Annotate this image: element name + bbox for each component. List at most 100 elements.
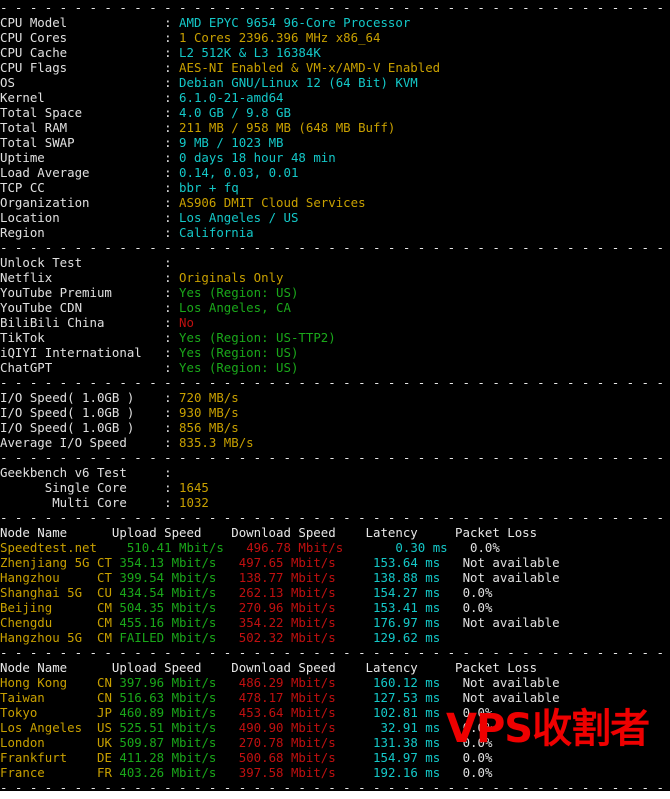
info-colon: : [164,60,179,75]
node-isp: CM [90,630,112,645]
latency: 154.27 ms [373,585,463,600]
info-value: AES-NI Enabled & VM-x/AMD-V Enabled [179,60,440,75]
speedtest-header-row: Node Name Upload Speed Download Speed La… [0,660,670,675]
info-label: iQIYI International [0,345,164,360]
separator-line: - - - - - - - - - - - - - - - - - - - - … [0,450,670,465]
download-speed: 397.58 Mbit/s [239,765,373,780]
info-label: Multi Core [0,495,164,510]
terminal-output: - - - - - - - - - - - - - - - - - - - - … [0,0,670,795]
node-isp: CN [90,690,112,705]
info-value: Yes (Region: US) [179,360,298,375]
latency: 0.30 ms [380,540,470,555]
system-info-row: Kernel : 6.1.0-21-amd64 [0,90,670,105]
info-value: 720 MB/s [179,390,239,405]
info-label: I/O Speed( 1.0GB ) [0,420,164,435]
packet-loss: 0.0% [463,735,493,750]
latency: 160.12 ms [373,675,463,690]
speedtest-row: Zhenjiang 5G CT 354.13 Mbit/s 497.65 Mbi… [0,555,670,570]
info-colon: : [164,30,179,45]
info-colon: : [164,150,179,165]
node-isp: CU [90,585,112,600]
info-value: 1032 [179,495,209,510]
system-info-row: Organization : AS906 DMIT Cloud Services [0,195,670,210]
speedtest-row: Taiwan CN 516.63 Mbit/s 478.17 Mbit/s 12… [0,690,670,705]
info-label: Total RAM [0,120,164,135]
system-info-row: Uptime : 0 days 18 hour 48 min [0,150,670,165]
info-label: TikTok [0,330,164,345]
upload-speed: 509.87 Mbit/s [112,735,239,750]
unlock-test-row: iQIYI International : Yes (Region: US) [0,345,670,360]
node-name: Hong Kong [0,675,90,690]
node-name: Los Angeles [0,720,90,735]
geekbench-row: Single Core : 1645 [0,480,670,495]
latency: 131.38 ms [373,735,463,750]
latency: 127.53 ms [373,690,463,705]
upload-speed: 434.54 Mbit/s [112,585,239,600]
node-isp: UK [90,735,112,750]
info-colon: : [164,405,179,420]
info-label: Geekbench v6 Test [0,465,164,480]
info-colon: : [164,480,179,495]
info-colon: : [164,210,179,225]
separator-line: - - - - - - - - - - - - - - - - - - - - … [0,375,670,390]
info-colon: : [164,270,179,285]
node-name: Frankfurt [0,750,90,765]
packet-loss: 0.0% [463,765,493,780]
upload-speed: 455.16 Mbit/s [112,615,239,630]
info-label: ChatGPT [0,360,164,375]
upload-speed: 397.96 Mbit/s [112,675,239,690]
info-label: Region [0,225,164,240]
packet-loss: Not available [463,675,560,690]
system-info-row: Total SWAP : 9 MB / 1023 MB [0,135,670,150]
info-value: 1645 [179,480,209,495]
info-label: Kernel [0,90,164,105]
info-colon: : [164,300,179,315]
info-value: 6.1.0-21-amd64 [179,90,283,105]
system-info-row: Total Space : 4.0 GB / 9.8 GB [0,105,670,120]
info-label: Uptime [0,150,164,165]
speedtest-row: Shanghai 5G CU 434.54 Mbit/s 262.13 Mbit… [0,585,670,600]
speedtest-row: Frankfurt DE 411.28 Mbit/s 500.68 Mbit/s… [0,750,670,765]
info-colon: : [164,465,179,480]
download-speed: 486.29 Mbit/s [239,675,373,690]
info-label: Organization [0,195,164,210]
geekbench-row: Multi Core : 1032 [0,495,670,510]
info-label: CPU Model [0,15,164,30]
upload-speed: 504.35 Mbit/s [112,600,239,615]
node-name: France [0,765,90,780]
speedtest-row: Beijing CM 504.35 Mbit/s 270.96 Mbit/s 1… [0,600,670,615]
download-speed: 490.90 Mbit/s [239,720,373,735]
packet-loss: Not available [463,555,560,570]
download-speed: 500.68 Mbit/s [239,750,373,765]
node-isp: JP [90,705,112,720]
packet-loss: Not available [463,690,560,705]
terminal-screen: - - - - - - - - - - - - - - - - - - - - … [0,0,670,791]
node-name: Speedtest.net [0,540,97,555]
node-name: Hangzhou [0,570,90,585]
bottom-bar [0,791,670,799]
speedtest-header: Node Name Upload Speed Download Speed La… [0,660,537,675]
packet-loss: 0.0% [470,540,500,555]
info-value: AMD EPYC 9654 96-Core Processor [179,15,410,30]
speedtest-row: Tokyo JP 460.89 Mbit/s 453.64 Mbit/s 102… [0,705,670,720]
packet-loss: 0.0% [463,705,493,720]
info-colon: : [164,225,179,240]
info-colon: : [164,135,179,150]
info-value: bbr + fq [179,180,239,195]
speedtest-row: Hangzhou 5G CM FAILED Mbit/s 502.32 Mbit… [0,630,670,645]
terminal-window: - - - - - - - - - - - - - - - - - - - - … [0,0,670,799]
info-label: Load Average [0,165,164,180]
info-colon: : [164,435,179,450]
info-value: Yes (Region: US-TTP2) [179,330,336,345]
unlock-test-row: Netflix : Originals Only [0,270,670,285]
node-isp: CN [90,675,112,690]
io-test-row: I/O Speed( 1.0GB ) : 856 MB/s [0,420,670,435]
separator-line: - - - - - - - - - - - - - - - - - - - - … [0,240,670,255]
info-value: L2 512K & L3 16384K [179,45,321,60]
info-value: 9 MB / 1023 MB [179,135,283,150]
info-label: Unlock Test [0,255,164,270]
speedtest-header-row: Node Name Upload Speed Download Speed La… [0,525,670,540]
info-colon: : [164,285,179,300]
speedtest-row: Chengdu CM 455.16 Mbit/s 354.22 Mbit/s 1… [0,615,670,630]
speedtest-header: Node Name Upload Speed Download Speed La… [0,525,537,540]
